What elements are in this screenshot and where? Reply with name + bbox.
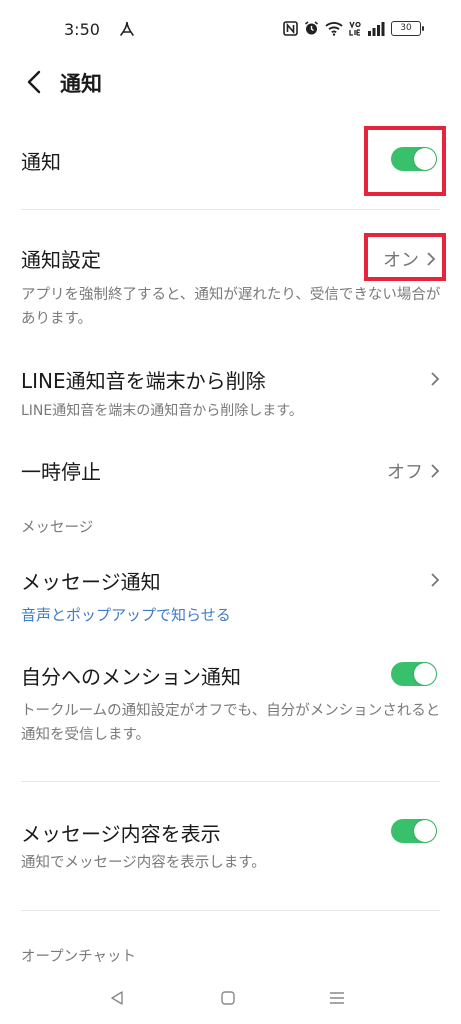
status-icons: 30 (283, 21, 424, 36)
notification-settings-description: アプリを強制終了すると、通知が遅れたり、受信できない場合があります。 (21, 287, 441, 327)
chevron-right-icon (431, 372, 440, 386)
divider (21, 209, 440, 210)
highlight-box-settings (364, 233, 446, 281)
page-title: 通知 (60, 72, 102, 96)
nav-back-button[interactable] (105, 986, 129, 1010)
chevron-left-icon (27, 70, 41, 94)
system-nav-bar (0, 976, 461, 1024)
wifi-icon (325, 22, 343, 36)
pause-value[interactable]: オフ (387, 458, 441, 484)
nfc-icon (283, 21, 298, 36)
delete-sound-description: LINE通知音を端末の通知音から削除します。 (21, 403, 303, 419)
back-button[interactable] (20, 68, 48, 96)
section-header-message: メッセージ (21, 520, 94, 536)
notification-title: 通知 (21, 150, 61, 174)
highlight-box-toggle (364, 126, 446, 196)
nav-menu-button[interactable] (325, 986, 349, 1010)
volte-icon (349, 21, 361, 36)
chevron-right-icon (431, 464, 440, 478)
mention-notification-title: 自分へのメンション通知 (21, 665, 241, 689)
divider (21, 910, 440, 911)
signal-icon (368, 22, 385, 36)
show-content-description: 通知でメッセージ内容を表示します。 (21, 855, 266, 871)
section-header-openchat: オープンチャット (21, 949, 136, 965)
pdf-icon (120, 21, 134, 36)
mention-notification-toggle[interactable] (391, 662, 437, 686)
chevron-right-icon (431, 573, 440, 587)
mention-notification-description: トークルームの通知設定がオフでも、自分がメンションされると通知を受信します。 (21, 703, 441, 743)
divider (21, 781, 440, 782)
show-content-toggle[interactable] (391, 819, 437, 843)
toggle-knob (414, 663, 436, 685)
show-content-title: メッセージ内容を表示 (21, 822, 221, 846)
pause-title: 一時停止 (21, 460, 101, 484)
toggle-knob (414, 820, 436, 842)
triangle-back-icon (111, 991, 123, 1005)
battery-icon: 30 (391, 21, 424, 36)
status-time: 3:50 (64, 20, 100, 39)
message-notification-link[interactable]: 音声とポップアップで知らせる (21, 604, 231, 625)
square-home-icon (221, 991, 235, 1005)
delete-sound-title: LINE通知音を端末から削除 (21, 369, 266, 393)
message-notification-title: メッセージ通知 (21, 570, 161, 594)
alarm-icon (305, 21, 318, 35)
status-bar: 3:50 30 (0, 0, 461, 60)
nav-home-button[interactable] (216, 986, 240, 1010)
pause-value-text: オフ (387, 462, 423, 483)
notification-settings-title: 通知設定 (21, 248, 101, 272)
app-bar: 通知 (0, 58, 461, 106)
menu-icon (330, 992, 344, 1004)
